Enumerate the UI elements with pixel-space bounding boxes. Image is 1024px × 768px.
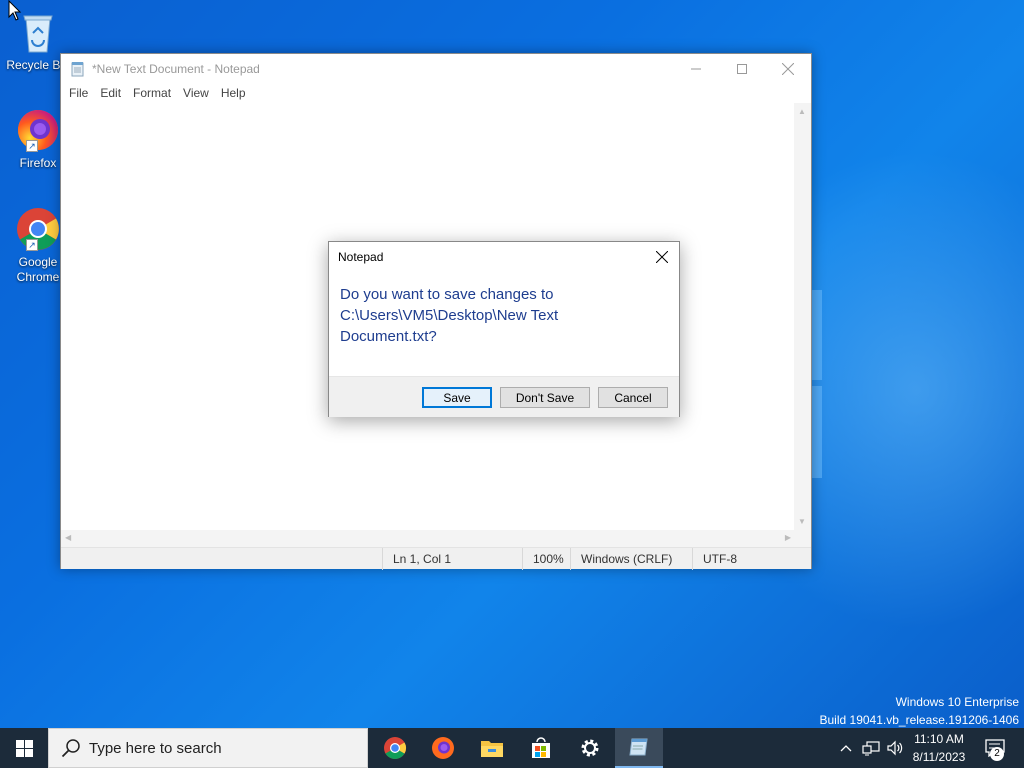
dont-save-button[interactable]: Don't Save	[500, 387, 590, 408]
network-button[interactable]	[860, 728, 882, 768]
save-changes-dialog: Notepad Do you want to save changes to C…	[328, 241, 680, 417]
notepad-icon	[71, 61, 84, 76]
vertical-scrollbar[interactable]: ▲ ▼	[794, 103, 811, 530]
close-icon	[782, 62, 794, 75]
dialog-message-line: C:\Users\VM5\Desktop\New Text	[340, 307, 559, 324]
cancel-button[interactable]: Cancel	[598, 387, 668, 408]
taskbar-firefox[interactable]	[419, 728, 467, 768]
windows-watermark: Windows 10 Enterprise Build 19041.vb_rel…	[820, 693, 1020, 729]
dialog-close-button[interactable]	[651, 246, 673, 268]
start-button[interactable]	[0, 728, 48, 768]
dialog-footer: Save Don't Save Cancel	[329, 376, 679, 417]
taskbar-store[interactable]	[517, 728, 565, 768]
clock-date: 8/11/2023	[912, 750, 966, 764]
taskbar-clock[interactable]: 11:10 AM 8/11/2023	[905, 730, 973, 766]
chrome-icon: ↗	[14, 205, 62, 253]
volume-button[interactable]	[884, 728, 906, 768]
action-center-button[interactable]: 2	[980, 728, 1010, 768]
taskbar: Type here to search 11:10 AM 8/11/2023 2	[0, 728, 1024, 768]
maximize-button[interactable]	[719, 54, 765, 83]
dialog-message-line: Do you want to save changes to	[340, 286, 554, 303]
menu-help[interactable]: Help	[215, 83, 252, 103]
scroll-left-icon[interactable]: ◀	[65, 533, 71, 542]
notification-count-badge: 2	[990, 747, 1004, 761]
maximize-icon	[737, 63, 747, 74]
firefox-icon: ↗	[14, 106, 62, 154]
menu-file[interactable]: File	[63, 83, 94, 103]
notepad-menubar: File Edit Format View Help	[61, 83, 252, 103]
wallpaper-pane	[812, 386, 822, 478]
shortcut-arrow-icon: ↗	[26, 140, 38, 152]
mouse-cursor-icon	[8, 0, 22, 21]
menu-edit[interactable]: Edit	[94, 83, 127, 103]
clock-time: 11:10 AM	[914, 732, 964, 746]
notepad-title: *New Text Document - Notepad	[92, 61, 260, 76]
close-button[interactable]	[765, 54, 811, 83]
dialog-message-line: Document.txt?	[340, 328, 437, 345]
notepad-icon	[629, 738, 648, 756]
status-zoom: 100%	[522, 548, 570, 570]
store-icon	[532, 737, 550, 758]
status-encoding: UTF-8	[692, 548, 792, 570]
chevron-up-icon	[840, 745, 852, 752]
taskbar-search-box[interactable]: Type here to search	[48, 728, 368, 768]
search-icon	[61, 739, 80, 758]
taskbar-notepad[interactable]	[615, 728, 663, 768]
minimize-button[interactable]	[673, 54, 719, 83]
horizontal-scrollbar[interactable]: ◀ ▶	[61, 530, 795, 547]
dialog-title: Notepad	[338, 250, 384, 264]
notepad-titlebar[interactable]: *New Text Document - Notepad	[61, 54, 811, 83]
network-icon	[862, 741, 880, 756]
minimize-icon	[691, 68, 701, 69]
taskbar-settings[interactable]	[566, 728, 614, 768]
shortcut-arrow-icon: ↗	[26, 239, 38, 251]
scroll-down-icon[interactable]: ▼	[798, 517, 806, 526]
scroll-right-icon[interactable]: ▶	[785, 533, 791, 542]
chrome-icon	[384, 737, 406, 759]
settings-icon	[581, 739, 599, 757]
wallpaper-pane	[812, 290, 822, 380]
status-position: Ln 1, Col 1	[382, 548, 522, 570]
search-placeholder: Type here to search	[89, 739, 222, 757]
status-line-ending: Windows (CRLF)	[570, 548, 692, 570]
taskbar-chrome[interactable]	[371, 728, 419, 768]
watermark-build: Build 19041.vb_release.191206-1406	[819, 713, 1020, 727]
status-bar: Ln 1, Col 1 100% Windows (CRLF) UTF-8	[61, 547, 811, 570]
scroll-up-icon[interactable]: ▲	[798, 107, 806, 116]
scrollbar-corner	[794, 530, 811, 547]
taskbar-file-explorer[interactable]	[468, 728, 516, 768]
show-hidden-icons-button[interactable]	[836, 728, 856, 768]
menu-view[interactable]: View	[177, 83, 215, 103]
windows-logo-icon	[15, 739, 33, 757]
volume-icon	[887, 740, 903, 756]
save-button[interactable]: Save	[422, 387, 492, 408]
menu-format[interactable]: Format	[127, 83, 177, 103]
firefox-icon	[432, 737, 454, 759]
watermark-edition: Windows 10 Enterprise	[895, 695, 1019, 709]
dialog-message: Do you want to save changes to C:\Users\…	[340, 284, 660, 347]
file-explorer-icon	[481, 741, 503, 757]
close-icon	[656, 251, 668, 263]
